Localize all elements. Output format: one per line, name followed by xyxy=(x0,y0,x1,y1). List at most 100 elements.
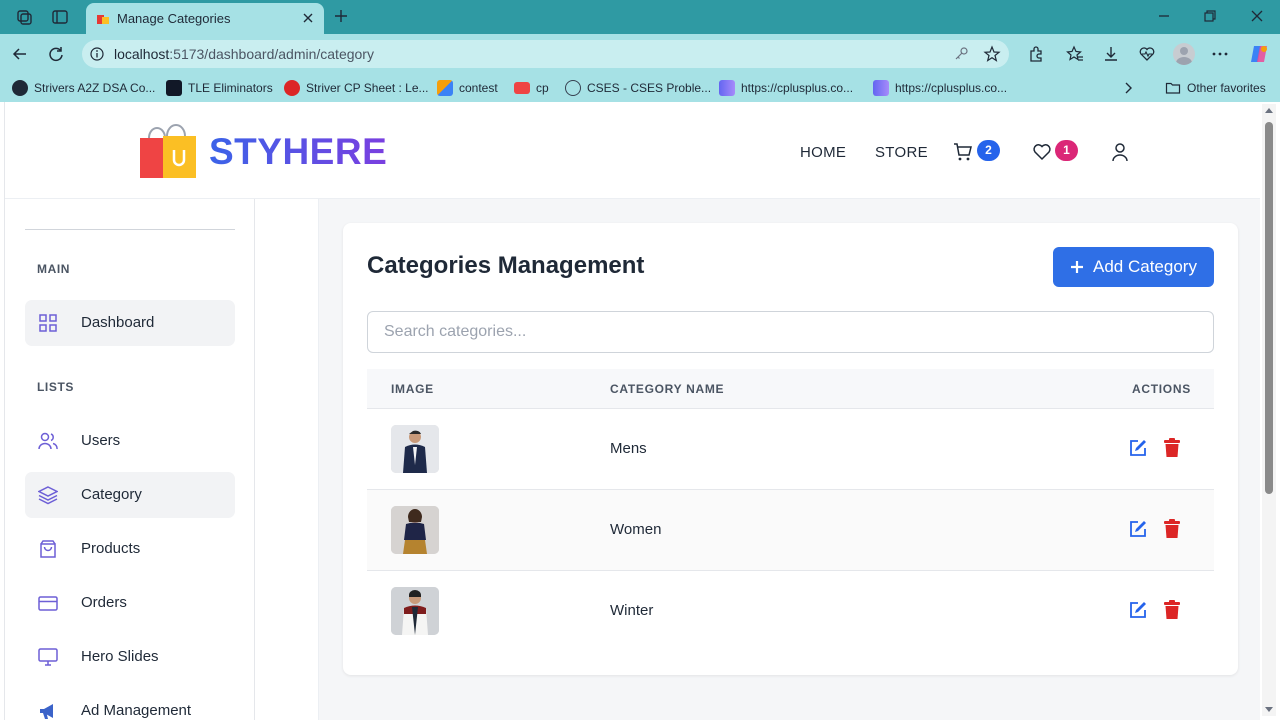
content-gutter xyxy=(256,199,319,720)
minimize-icon[interactable] xyxy=(1156,8,1172,24)
shopping-bag-icon xyxy=(40,540,56,558)
favorite-link[interactable]: https://cplusplus.co... xyxy=(873,80,1007,96)
url-bar[interactable]: localhost:5173/dashboard/admin/category xyxy=(82,40,1009,68)
close-window-icon[interactable] xyxy=(1249,8,1265,24)
folder-icon xyxy=(1165,82,1181,94)
sidebar-item-label: Users xyxy=(81,432,121,449)
edit-icon[interactable] xyxy=(1128,438,1148,458)
nav-home-link[interactable]: HOME xyxy=(800,144,846,161)
layers-icon xyxy=(38,486,58,505)
sidebar-item-orders[interactable]: Orders xyxy=(25,580,235,626)
trash-icon[interactable] xyxy=(1163,600,1181,620)
close-tab-icon[interactable] xyxy=(300,10,316,26)
users-icon xyxy=(38,432,58,450)
page-title: Categories Management xyxy=(367,252,645,279)
category-name: Women xyxy=(610,521,662,538)
restore-icon[interactable] xyxy=(1202,8,1218,24)
category-name: Mens xyxy=(610,440,647,457)
password-key-icon[interactable] xyxy=(953,46,969,62)
grid-icon xyxy=(39,314,57,332)
brand-name[interactable]: STYHERE xyxy=(209,131,387,173)
search-categories-input[interactable] xyxy=(367,311,1214,353)
favorite-star-icon[interactable] xyxy=(983,45,1001,63)
favorites-bar: Strivers A2Z DSA Co... TLE Eliminators S… xyxy=(0,74,1280,102)
sidebar-divider xyxy=(25,229,235,230)
scroll-down-icon[interactable] xyxy=(1264,706,1274,714)
scrollbar-thumb[interactable] xyxy=(1265,122,1273,494)
back-icon[interactable] xyxy=(11,45,29,63)
heart-icon[interactable] xyxy=(1032,142,1052,162)
favorite-favicon-icon xyxy=(284,80,300,96)
credit-card-icon xyxy=(38,596,58,611)
favorites-icon[interactable] xyxy=(1066,45,1084,63)
favorite-label: Strivers A2Z DSA Co... xyxy=(34,81,156,95)
sidebar-item-products[interactable]: Products xyxy=(25,526,235,572)
favorite-link[interactable]: Striver CP Sheet : Le... xyxy=(284,80,429,96)
favorite-link[interactable]: https://cplusplus.co... xyxy=(719,80,853,96)
category-thumbnail xyxy=(391,506,439,554)
profile-avatar[interactable] xyxy=(1173,43,1195,65)
scroll-up-icon[interactable] xyxy=(1264,106,1274,114)
sidebar-item-label: Hero Slides xyxy=(81,648,159,665)
other-favorites[interactable]: Other favorites xyxy=(1165,80,1266,96)
sidebar-item-ad-management[interactable]: Ad Management xyxy=(25,688,235,720)
wishlist-count-badge: 1 xyxy=(1055,140,1078,161)
sidebar-item-users[interactable]: Users xyxy=(25,418,235,464)
browser-tab-active[interactable]: Manage Categories xyxy=(86,3,324,34)
workspaces-icon[interactable] xyxy=(15,8,33,26)
sidebar-item-label: Dashboard xyxy=(81,314,155,331)
chevron-right-icon[interactable] xyxy=(1120,80,1136,96)
favorite-favicon-icon xyxy=(873,80,889,96)
column-header-category-name: CATEGORY NAME xyxy=(610,382,725,396)
nav-store-link[interactable]: STORE xyxy=(875,144,928,161)
sidebar-heading-main: MAIN xyxy=(37,262,71,276)
mens-photo-icon xyxy=(391,425,439,473)
copilot-icon[interactable] xyxy=(1248,43,1270,65)
refresh-icon[interactable] xyxy=(47,45,65,63)
sidebar-item-label: Category xyxy=(81,486,142,503)
browser-address-bar: localhost:5173/dashboard/admin/category xyxy=(0,34,1280,74)
trash-icon[interactable] xyxy=(1163,438,1181,458)
megaphone-icon xyxy=(40,704,53,719)
sidebar-heading-lists: LISTS xyxy=(37,380,75,394)
user-profile-icon[interactable] xyxy=(1110,142,1130,162)
favorite-label: https://cplusplus.co... xyxy=(741,81,854,95)
favorite-link[interactable]: CSES - CSES Proble... xyxy=(565,80,711,96)
cart-icon[interactable] xyxy=(953,142,973,162)
favorite-favicon-icon xyxy=(719,80,735,96)
browser-essentials-icon[interactable] xyxy=(1138,45,1156,63)
favorite-label: https://cplusplus.co... xyxy=(895,81,1008,95)
trash-icon[interactable] xyxy=(1163,519,1181,539)
page-scrollbar[interactable] xyxy=(1262,104,1276,716)
sidebar-item-dashboard[interactable]: Dashboard xyxy=(25,300,235,346)
table-row: Women xyxy=(367,490,1214,571)
downloads-icon[interactable] xyxy=(1102,45,1120,63)
favorite-link[interactable]: Strivers A2Z DSA Co... xyxy=(12,80,155,96)
browser-tab-bar: Manage Categories xyxy=(0,0,1280,34)
women-photo-icon xyxy=(391,506,439,554)
favorite-link[interactable]: TLE Eliminators xyxy=(166,80,273,96)
table-header: IMAGE CATEGORY NAME ACTIONS xyxy=(367,369,1214,409)
more-options-icon[interactable] xyxy=(1211,45,1229,63)
url-host: localhost xyxy=(114,46,170,62)
favorite-link[interactable]: contest xyxy=(437,80,498,96)
favorite-favicon-icon xyxy=(12,80,28,96)
favorite-link[interactable]: cp xyxy=(514,80,549,96)
site-info-icon[interactable] xyxy=(90,47,104,61)
extensions-icon[interactable] xyxy=(1027,45,1045,63)
new-tab-icon[interactable] xyxy=(333,8,349,24)
edit-icon[interactable] xyxy=(1128,600,1148,620)
admin-sidebar: MAIN Dashboard LISTS Users Category Prod… xyxy=(5,199,255,720)
favorite-label: contest xyxy=(459,81,498,95)
shopping-bag-logo-icon[interactable] xyxy=(137,122,199,180)
favorite-favicon-icon xyxy=(437,80,453,96)
sidebar-item-label: Orders xyxy=(81,594,127,611)
edit-icon[interactable] xyxy=(1128,519,1148,539)
winter-photo-icon xyxy=(391,587,439,635)
tab-actions-icon[interactable] xyxy=(51,8,69,26)
add-category-button[interactable]: Add Category xyxy=(1053,247,1214,287)
favorite-label: cp xyxy=(536,81,549,95)
column-header-actions: ACTIONS xyxy=(1132,382,1191,396)
sidebar-item-category[interactable]: Category xyxy=(25,472,235,518)
sidebar-item-hero-slides[interactable]: Hero Slides xyxy=(25,634,235,680)
